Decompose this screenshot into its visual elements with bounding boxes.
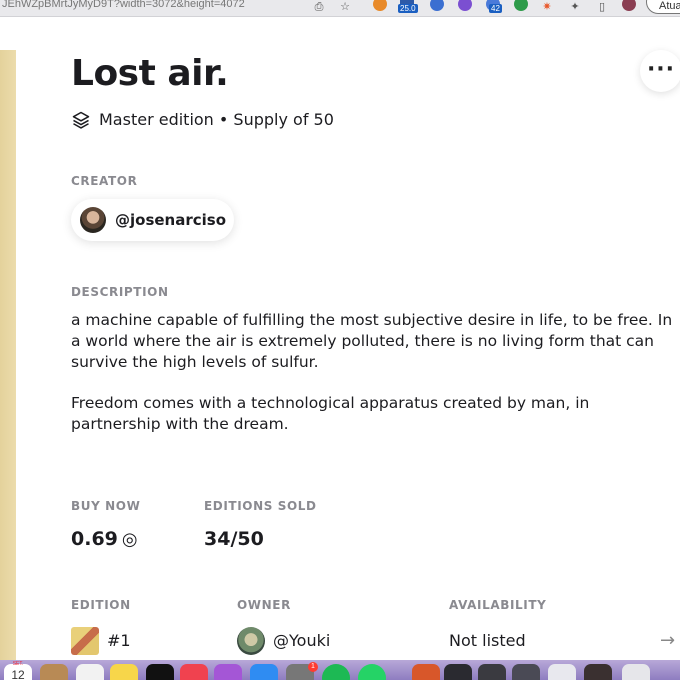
owner-avatar: [237, 627, 265, 655]
app-store-icon[interactable]: [250, 664, 278, 680]
creator-handle: @josenarciso: [115, 211, 227, 229]
avatar: [80, 207, 106, 233]
whatsapp-app-icon[interactable]: [358, 664, 386, 680]
owner-handle[interactable]: @Youki: [273, 630, 330, 652]
browser-toolbar: JEhWZpBMrtJyMyD9T?width=3072&height=4072…: [0, 0, 680, 17]
contacts-app-icon[interactable]: [40, 664, 68, 680]
table-header-owner: OWNER: [237, 598, 291, 612]
sidebar-icon[interactable]: ▯: [595, 0, 609, 14]
spotify-app-icon[interactable]: [322, 664, 350, 680]
description-label: DESCRIPTION: [71, 285, 169, 299]
description-paragraph: a machine capable of fulfilling the most…: [71, 311, 673, 371]
extension-icon[interactable]: [514, 0, 528, 11]
dock: [0, 660, 680, 680]
edition-supply-text: Master edition • Supply of 50: [99, 110, 334, 129]
dock-thumbnail[interactable]: [444, 664, 472, 680]
update-button[interactable]: Atua: [646, 0, 680, 14]
dock-thumbnail[interactable]: [478, 664, 506, 680]
extension-icon[interactable]: [458, 0, 472, 11]
podcasts-app-icon[interactable]: [214, 664, 242, 680]
artwork-image[interactable]: [0, 50, 16, 662]
share-icon[interactable]: ⎙: [312, 0, 326, 14]
description-paragraph: Freedom comes with a technological appar…: [71, 394, 590, 433]
extension-badge: 25.0: [398, 4, 418, 13]
arrow-right-icon[interactable]: →: [660, 630, 675, 651]
creator-label: CREATOR: [71, 174, 138, 188]
table-header-edition: EDITION: [71, 598, 131, 612]
edition-number: #1: [107, 631, 131, 650]
buy-now-label: BUY NOW: [71, 499, 141, 513]
spark-extension-icon[interactable]: ✷: [540, 0, 554, 14]
music-app-icon[interactable]: [180, 664, 208, 680]
editions-sold-value: 34/50: [204, 528, 264, 550]
profile-avatar[interactable]: [622, 0, 636, 11]
table-header-availability: AVAILABILITY: [449, 598, 547, 612]
creator-profile-link[interactable]: @josenarciso: [71, 199, 234, 241]
puzzle-extensions-icon[interactable]: ✦: [568, 0, 582, 14]
ellipsis-icon: ···: [646, 57, 676, 82]
calendar-month: SET.: [12, 661, 24, 667]
editions-sold-label: EDITIONS SOLD: [204, 499, 317, 513]
trash-icon[interactable]: [622, 664, 650, 680]
metamask-extension-icon[interactable]: [373, 0, 387, 11]
dock-thumbnail[interactable]: [584, 664, 612, 680]
bookmark-star-icon[interactable]: ☆: [338, 0, 352, 14]
notes-app-icon[interactable]: [110, 664, 138, 680]
address-bar[interactable]: JEhWZpBMrtJyMyD9T?width=3072&height=4072: [0, 0, 302, 14]
more-options-button[interactable]: ···: [640, 50, 680, 92]
description-body: a machine capable of fulfilling the most…: [71, 310, 680, 455]
edition-thumbnail: [71, 627, 99, 655]
extension-badge: 42: [489, 4, 502, 13]
dock-thumbnail[interactable]: [548, 664, 576, 680]
dock-thumbnail[interactable]: [412, 664, 440, 680]
price: 0.69 ◎: [71, 528, 138, 550]
price-value: 0.69: [71, 528, 118, 550]
dock-thumbnail[interactable]: [512, 664, 540, 680]
reminders-app-icon[interactable]: [76, 664, 104, 680]
artwork-title: Lost air.: [71, 53, 229, 94]
solana-icon: ◎: [121, 529, 138, 550]
extension-icon[interactable]: [430, 0, 444, 11]
tv-app-icon[interactable]: [146, 664, 174, 680]
availability-status: Not listed: [449, 631, 526, 650]
layers-icon: [72, 111, 90, 129]
notification-badge: 1: [308, 662, 318, 672]
edition-info: Master edition • Supply of 50: [71, 108, 334, 132]
